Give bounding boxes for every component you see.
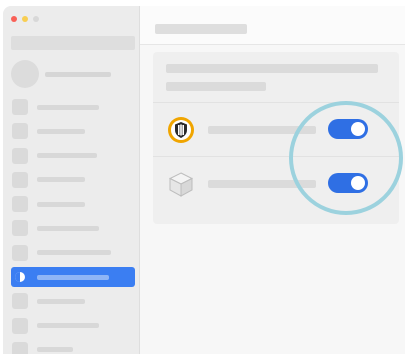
setting-row (153, 102, 399, 156)
sidebar (3, 6, 140, 354)
sidebar-item-label-placeholder (37, 177, 85, 183)
sidebar-item[interactable] (11, 316, 135, 336)
account-profile[interactable] (11, 60, 111, 88)
settings-card (153, 52, 399, 224)
sidebar-item-label-placeholder (37, 347, 73, 353)
sidebar-item[interactable] (11, 291, 135, 311)
half-moon-icon (15, 272, 25, 283)
sidebar-item-label-placeholder (37, 104, 99, 110)
minimize-window-button[interactable] (22, 16, 28, 22)
sidebar-item[interactable] (11, 97, 135, 117)
sidebar-item[interactable] (11, 146, 135, 166)
sidebar-item-label-placeholder (37, 250, 111, 256)
card-description-placeholder (166, 82, 266, 91)
sidebar-item-icon (12, 317, 28, 334)
page-title-placeholder (155, 24, 247, 34)
sidebar-item-label-placeholder (37, 225, 99, 231)
cube-icon (166, 169, 196, 199)
main-header (140, 6, 405, 45)
setting-label-placeholder (208, 180, 316, 188)
sidebar-item-label-placeholder (37, 201, 85, 207)
sidebar-item[interactable] (11, 194, 135, 214)
toggle-knob (351, 176, 365, 190)
cube-setting-toggle[interactable] (328, 173, 368, 193)
sidebar-item[interactable] (11, 340, 135, 354)
sidebar-search-field[interactable] (11, 36, 135, 50)
sidebar-item[interactable] (11, 243, 135, 263)
account-name-placeholder (45, 71, 111, 77)
avatar (11, 60, 39, 88)
sidebar-item-icon (12, 244, 28, 261)
sidebar-item[interactable] (11, 121, 135, 141)
traffic-lights (11, 16, 39, 22)
toggle-knob (351, 122, 365, 136)
sidebar-item-icon (12, 123, 28, 140)
sidebar-item-icon (12, 293, 28, 310)
sidebar-item-selected[interactable] (11, 267, 135, 288)
sidebar-item-label-placeholder (37, 323, 99, 329)
sidebar-item-icon (12, 147, 28, 164)
close-window-button[interactable] (11, 16, 17, 22)
sidebar-item-label-placeholder (37, 128, 85, 134)
setting-row (153, 156, 399, 210)
sidebar-item-icon (12, 196, 28, 213)
sidebar-item-label-placeholder (37, 274, 109, 280)
sidebar-item-label-placeholder (37, 298, 85, 304)
setting-label-placeholder (208, 126, 316, 134)
sidebar-item-icon (12, 269, 28, 285)
sidebar-item[interactable] (11, 218, 135, 238)
sidebar-item-icon (12, 99, 28, 115)
sidebar-item-label-placeholder (37, 153, 97, 159)
zoom-window-button[interactable] (33, 16, 39, 22)
sidebar-item-icon (12, 171, 28, 188)
shield-setting-toggle[interactable] (328, 119, 368, 139)
page (0, 0, 405, 354)
shield-icon (166, 115, 196, 145)
sidebar-item-icon (12, 341, 28, 354)
sidebar-item[interactable] (11, 170, 135, 190)
card-heading-placeholder (166, 64, 378, 73)
sidebar-item-icon (12, 220, 28, 237)
sidebar-list (11, 97, 135, 354)
